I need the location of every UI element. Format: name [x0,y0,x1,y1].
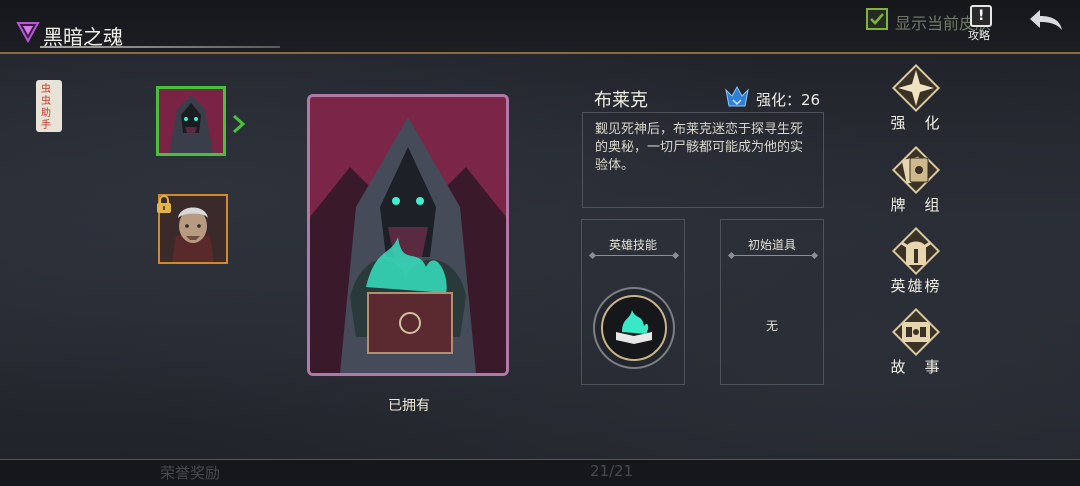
deck-button[interactable]: 牌 组 [884,144,948,218]
ghost-bottom-left: 荣誉奖励 [160,464,221,482]
starting-item-title: 初始道具 [747,238,796,252]
dark-soul-emblem-icon [16,22,40,43]
hero-thumb-blake[interactable] [156,86,226,156]
hero-name: 布莱克 [594,90,648,111]
hero-card-art [310,97,506,373]
panel-divider [592,255,676,256]
selected-arrow-icon [233,114,246,134]
hero-ranking-label: 英雄榜 [890,277,942,295]
hero-description: 觐见死神后，布莱克迷恋于探寻生死的奥秘，一切尸骸都可能成为他的实验体。 [595,122,804,173]
panel-divider [731,255,815,256]
enhance-label: 强 化 [890,114,942,132]
card-deck-icon [891,145,941,195]
helmet-rank-icon [891,226,941,276]
helper-label: 虫虫助手 [41,84,51,131]
back-arrow-icon[interactable] [1026,6,1066,34]
guide-button[interactable]: ! 攻略 [966,5,996,42]
story-button[interactable]: 故 事 [884,306,948,380]
owned-status: 已拥有 [388,398,430,414]
hero-ranking-button[interactable]: 英雄榜 [884,225,948,299]
hero-portrait-blake [159,89,223,153]
story-scroll-icon [891,307,941,357]
enhance-star-icon [891,63,941,113]
lock-icon [157,195,171,213]
title-underline [40,46,280,48]
hero-skill-panel[interactable]: 英雄技能 [581,219,685,385]
skill-flame-book-icon[interactable] [592,286,676,370]
helper-tab[interactable]: 虫虫助手 [36,80,62,132]
hero-description-box: 觐见死神后，布莱克迷恋于探寻生死的奥秘，一切尸骸都可能成为他的实验体。 [582,112,824,208]
ghost-bottom-mid: 21/21 [590,462,634,480]
hero-card [307,94,509,376]
enhance-button[interactable]: 强 化 [884,62,948,136]
deck-label: 牌 组 [890,196,942,214]
starting-item-value: 无 [765,319,778,333]
starting-item-panel[interactable]: 初始道具 无 [720,219,824,385]
story-label: 故 事 [890,358,942,376]
top-divider [0,52,1080,54]
enhance-crown-icon [725,85,749,107]
guide-icon: ! [970,5,992,27]
hero-skill-title: 英雄技能 [608,238,657,252]
enhance-level: 强化：26 [756,91,821,109]
guide-label: 攻略 [968,29,990,42]
checkmark-icon [870,13,884,25]
show-current-skin-checkbox[interactable] [866,8,888,30]
